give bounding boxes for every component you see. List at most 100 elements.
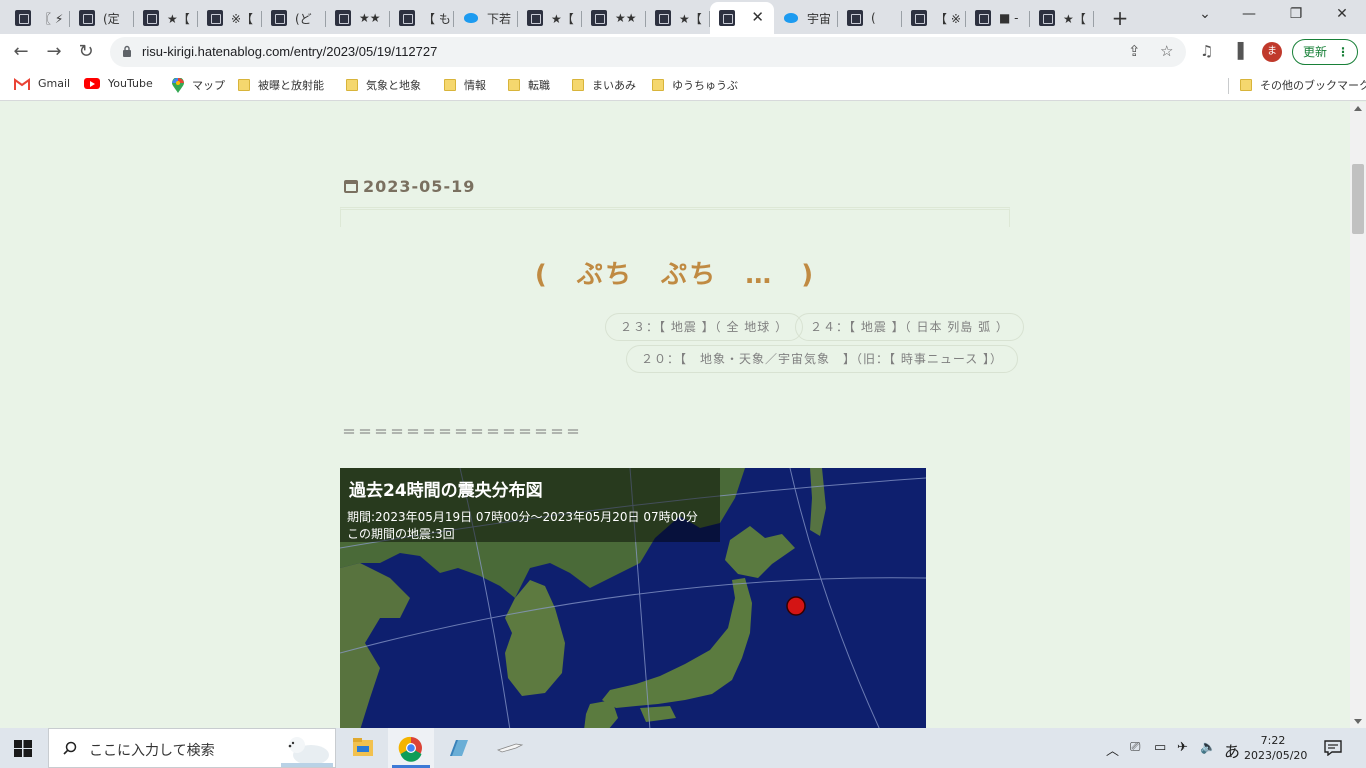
blog-favicon-icon: [847, 10, 863, 26]
taskbar-clock[interactable]: 7:22 2023/05/20: [1244, 733, 1307, 763]
bookmark-item[interactable]: マップ: [172, 77, 225, 93]
tab-search-chevron-icon[interactable]: ⌄: [1193, 6, 1217, 22]
tab-title: (定: [103, 11, 120, 26]
blog-favicon-icon: [143, 10, 159, 26]
browser-tab[interactable]: (ど: [262, 4, 326, 32]
bookmark-label: まいあみ: [592, 79, 636, 92]
polar-bear-icon: [281, 737, 333, 767]
tray-meet-icon[interactable]: ⎚: [1130, 740, 1140, 755]
taskbar-airplane-app[interactable]: [486, 728, 532, 768]
browser-tab[interactable]: ★【: [1030, 4, 1094, 32]
tab-title: 〖 ⚡: [39, 11, 64, 26]
category-tag[interactable]: ２０：【 地象・天象／宇宙気象 】（旧：【 時事ニュース 】）: [626, 345, 1019, 373]
bookmark-item[interactable]: 気象と地象: [346, 77, 421, 93]
chrome-icon: [398, 736, 422, 762]
address-bar[interactable]: risu-kirigi.hatenablog.com/entry/2023/05…: [110, 37, 1186, 67]
category-tag[interactable]: ２３：【 地震 】（ 全 地球 ）: [605, 313, 804, 341]
side-panel-icon[interactable]: ▐: [1232, 42, 1244, 60]
forward-arrow-icon[interactable]: →: [43, 41, 65, 63]
bookmark-item[interactable]: ゆうちゅうぶ: [652, 77, 738, 93]
tray-volume-icon[interactable]: 🔈: [1200, 740, 1216, 755]
scroll-down-icon[interactable]: [1354, 719, 1362, 724]
browser-tab[interactable]: ★★: [582, 4, 646, 32]
bookmark-label: Gmail: [38, 77, 71, 90]
windows-taskbar: ここに入力して検索 ︿ ⎚ ▭ ✈ 🔈 あ 7:22 2023/05/20: [0, 728, 1366, 768]
window-close-icon[interactable]: ✕: [1330, 6, 1354, 22]
category-tag[interactable]: ２４：【 地震 】（ 日本 列島 弧 ）: [795, 313, 1024, 341]
bookmark-label: 転職: [528, 79, 550, 92]
update-button[interactable]: 更新 ⋮: [1292, 39, 1358, 65]
bookmark-item[interactable]: 被曝と放射能: [238, 77, 324, 93]
browser-tab[interactable]: ★【: [134, 4, 198, 32]
new-tab-button[interactable]: +: [1110, 6, 1130, 30]
epicenter-map: 過去24時間の震央分布図 期間:2023年05月19日 07時00分～2023年…: [340, 468, 926, 728]
browser-tab[interactable]: 下若: [454, 4, 518, 32]
blog-favicon-icon: [591, 10, 607, 26]
taskbar-file-explorer[interactable]: [340, 728, 386, 768]
map-period: 期間:2023年05月19日 07時00分～2023年05月20日 07時00分: [347, 510, 698, 524]
twitter-icon: [463, 10, 479, 26]
browser-tab[interactable]: ★【: [646, 4, 710, 32]
search-icon: [63, 741, 77, 755]
bookmark-other[interactable]: その他のブックマーク: [1240, 77, 1366, 93]
tab-title: ★★: [359, 11, 381, 25]
tray-battery-icon[interactable]: ▭: [1154, 740, 1166, 755]
notification-center-icon[interactable]: [1324, 740, 1342, 756]
entry-title[interactable]: ( ぷち ぷち … ): [340, 254, 1010, 291]
entry-date[interactable]: 2023-05-19: [344, 177, 475, 196]
restore-icon[interactable]: ❐: [1284, 6, 1308, 22]
scroll-thumb[interactable]: [1352, 164, 1364, 234]
tab-separator: [1093, 11, 1094, 27]
browser-tab[interactable]: (: [838, 4, 902, 32]
browser-tab[interactable]: ■ -: [966, 4, 1030, 32]
bookmark-item[interactable]: まいあみ: [572, 77, 636, 93]
taskbar-notepad[interactable]: [436, 728, 482, 768]
blog-favicon-icon: [655, 10, 671, 26]
scroll-up-icon[interactable]: [1354, 106, 1362, 111]
blog-favicon-icon: [1039, 10, 1055, 26]
bookmarks-divider: [1228, 78, 1229, 94]
page-content: 2023-05-19 ( ぷち ぷち … ) ２３：【 地震 】（ 全 地球 ）…: [0, 102, 1350, 728]
blog-favicon-icon: [399, 10, 415, 26]
blog-favicon-icon: [271, 10, 287, 26]
windows-start-icon[interactable]: [14, 740, 32, 757]
clock-time: 7:22: [1260, 734, 1286, 747]
kebab-menu-icon[interactable]: ⋮: [1337, 40, 1349, 64]
epicenter-marker: [786, 596, 806, 616]
taskbar-chrome[interactable]: [388, 728, 434, 768]
gmail-icon: [14, 77, 30, 90]
browser-tab[interactable]: ✕: [710, 2, 774, 34]
bookmark-item[interactable]: 転職: [508, 77, 550, 93]
minimize-icon[interactable]: —: [1237, 6, 1261, 22]
ime-indicator[interactable]: あ: [1224, 738, 1240, 762]
browser-tab[interactable]: ★★: [326, 4, 390, 32]
browser-tab[interactable]: ※【: [198, 4, 262, 32]
reload-icon[interactable]: ↻: [75, 41, 97, 63]
share-icon[interactable]: ⇪: [1128, 42, 1141, 60]
browser-tab[interactable]: 【 も: [390, 4, 454, 32]
tray-chevron-up-icon[interactable]: ︿: [1106, 740, 1119, 759]
tab-title: ★【: [679, 11, 702, 26]
browser-tab[interactable]: 【 ※: [902, 4, 966, 32]
back-arrow-icon[interactable]: ←: [10, 41, 32, 63]
bookmark-item[interactable]: Gmail: [14, 77, 70, 90]
tab-title: (ど: [295, 11, 312, 26]
map-title: 過去24時間の震央分布図: [349, 481, 543, 501]
bookmark-item[interactable]: 情報: [444, 77, 486, 93]
bookmark-label: その他のブックマーク: [1260, 79, 1366, 92]
browser-tab[interactable]: (定: [70, 4, 134, 32]
profile-avatar[interactable]: ま: [1262, 42, 1282, 62]
browser-tab[interactable]: 宇宙: [774, 4, 838, 32]
bookmark-star-icon[interactable]: ☆: [1160, 42, 1173, 60]
tray-airplane-mode-icon[interactable]: ✈: [1177, 740, 1188, 755]
browser-tab[interactable]: ★【: [518, 4, 582, 32]
browser-tab[interactable]: 〖 ⚡: [6, 4, 70, 32]
notepad-icon: [450, 740, 468, 756]
bookmark-item[interactable]: YouTube: [84, 77, 153, 90]
tab-close-icon[interactable]: ✕: [751, 9, 764, 25]
url-text: risu-kirigi.hatenablog.com/entry/2023/05…: [142, 44, 438, 59]
page-scrollbar[interactable]: [1350, 102, 1366, 728]
media-control-icon[interactable]: ♫: [1200, 42, 1213, 60]
taskbar-search-box[interactable]: ここに入力して検索: [48, 728, 336, 768]
blog-favicon-icon: [207, 10, 223, 26]
